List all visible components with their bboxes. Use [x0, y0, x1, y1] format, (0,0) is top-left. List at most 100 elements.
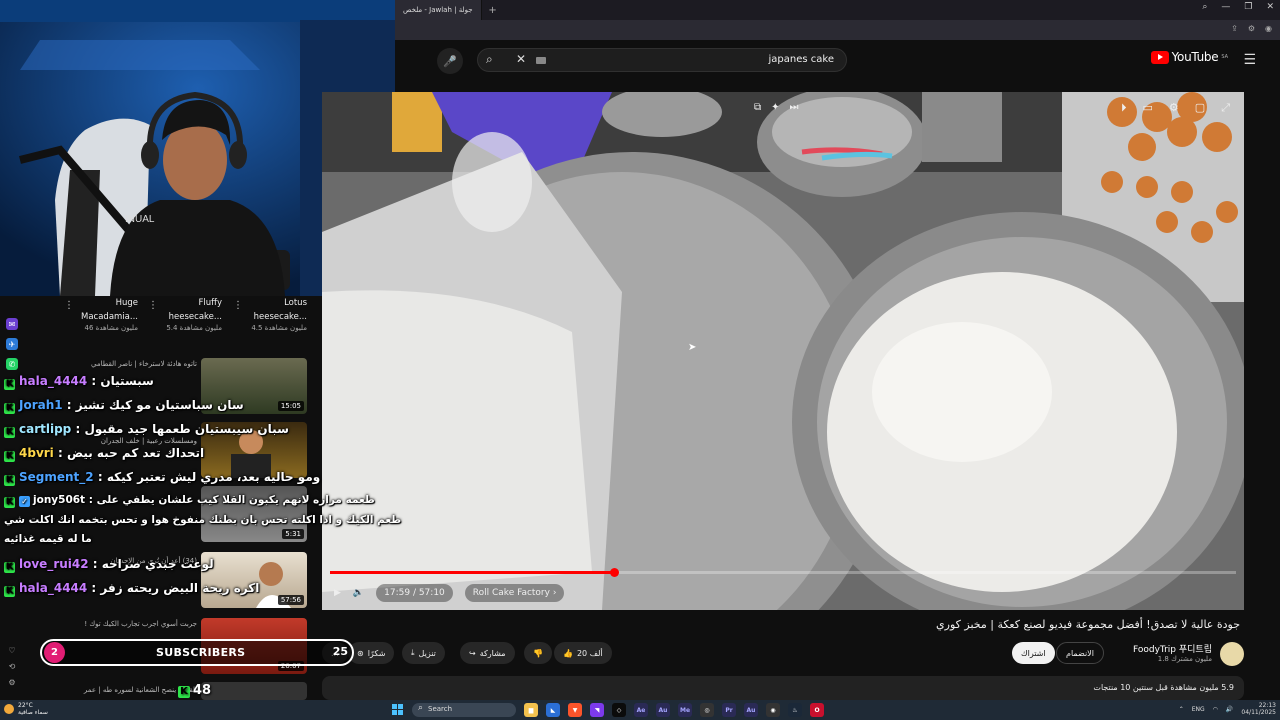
blender-icon[interactable]: ◎	[700, 703, 714, 717]
chat-message-continued: ما له قيمه غذائيه	[4, 533, 92, 545]
messenger-icon[interactable]: ✈	[6, 338, 18, 350]
media-encoder-icon[interactable]: Me	[678, 703, 692, 717]
video-player[interactable]: ⧉ ✦ ⏭ ➤ ▶ 🔈 17:59 / 57:10 Roll Cake Fact…	[322, 92, 1244, 610]
after-effects-icon[interactable]: Ae	[634, 703, 648, 717]
download-button[interactable]: ⤓ تنزيل	[402, 642, 445, 664]
close-icon[interactable]: ✕	[1266, 2, 1274, 12]
chat-text: ما له قيمه غذائيه	[4, 533, 92, 545]
fullscreen-icon[interactable]: ⤢	[1221, 101, 1230, 115]
language-indicator[interactable]: ENG	[1192, 706, 1205, 713]
new-tab-icon[interactable]: +	[486, 3, 500, 17]
progress-bar[interactable]	[330, 568, 1236, 577]
premiere-icon[interactable]: Pr	[722, 703, 736, 717]
subscribe-button[interactable]: اشتراك	[1012, 642, 1055, 664]
whatsapp-icon[interactable]: ✆	[6, 358, 18, 370]
kick-logo-icon: K	[178, 686, 190, 698]
magic-icon[interactable]: ✦	[771, 102, 779, 113]
region-code: SA	[1221, 54, 1228, 60]
chat-message: K 4bvri : اتحداك تعد كم حبه بيض	[4, 446, 205, 462]
chapter-title: Roll Cake Factory	[472, 588, 550, 598]
channel-name[interactable]: FoodyTrip 푸디트립	[1133, 642, 1212, 655]
profile-icon[interactable]: ◉	[1265, 24, 1272, 33]
verified-badge-icon: ✓	[19, 496, 30, 507]
subtitles-icon[interactable]: ▭	[1143, 101, 1153, 115]
app-icon[interactable]: ✉	[6, 318, 18, 330]
voice-search-icon[interactable]: 🎤	[437, 48, 463, 74]
rec-item[interactable]: Fluffy heesecake... 5.4 مليون مشاهدة	[132, 296, 222, 332]
tray-chevron-icon[interactable]: ⌃	[1179, 706, 1184, 713]
weather-widget[interactable]: 22°C سماء صافية	[4, 702, 48, 716]
mouse-cursor: ➤	[688, 342, 697, 353]
settings-gear-icon[interactable]: ⚙	[1169, 101, 1179, 115]
heart-icon[interactable]: ♡	[6, 644, 18, 656]
rec-title: Fluffy	[198, 298, 222, 308]
clock[interactable]: 22:13 04/11/2025	[1241, 702, 1276, 716]
theater-icon[interactable]: ▢	[1195, 101, 1205, 115]
clear-search-icon[interactable]: ✕	[516, 52, 526, 66]
browser-toolbar: ⇪ ⚙ ◉	[395, 20, 1280, 40]
windows-start-icon[interactable]	[392, 704, 403, 715]
unity-icon[interactable]: ◇	[612, 703, 626, 717]
taskbar-search[interactable]: Search	[412, 703, 516, 717]
settings-icon[interactable]: ⚙	[6, 676, 18, 688]
visual-studio-icon[interactable]: ◥	[590, 703, 604, 717]
rec-views: 46 مليون مشاهدة	[84, 324, 138, 332]
skip-icon[interactable]: ⏭	[790, 102, 799, 113]
autoplay-icon[interactable]: ⏵	[1121, 101, 1127, 115]
audition-icon[interactable]: Au	[656, 703, 670, 717]
opera-icon[interactable]: O	[810, 703, 824, 717]
join-button[interactable]: الانضمام	[1056, 642, 1104, 664]
rec-thumbnail[interactable]	[201, 682, 307, 700]
browser-tab[interactable]: ملخص - Jawlah | جولة	[395, 0, 482, 20]
kick-viewer-count: K 48	[178, 683, 211, 698]
dislike-button[interactable]: 👎	[524, 642, 552, 664]
steam-icon[interactable]: ♨	[788, 703, 802, 717]
volume-icon[interactable]: 🔈	[353, 588, 364, 598]
wifi-icon[interactable]: ◠	[1213, 706, 1218, 713]
speaker-icon[interactable]: 🔊	[1226, 706, 1233, 713]
share-page-icon[interactable]: ⇪	[1231, 24, 1238, 33]
channel-avatar[interactable]	[1220, 642, 1244, 666]
search-icon[interactable]: ⌕	[486, 52, 493, 67]
more-options-icon[interactable]: ⋮	[64, 300, 74, 311]
search-input[interactable]: ⌕ ✕ japanes cake	[477, 48, 847, 72]
download-label: تنزيل	[418, 648, 436, 658]
youtube-play-icon	[1150, 50, 1169, 64]
brave-icon[interactable]: ▼	[568, 703, 582, 717]
extensions-icon[interactable]: ⚙	[1248, 24, 1255, 33]
more-options-icon[interactable]: ⋮	[233, 300, 243, 311]
hamburger-menu-icon[interactable]: ☰	[1243, 52, 1256, 68]
kick-badge-icon: K	[4, 379, 15, 390]
thanks-button[interactable]: ⊛ شكرًا	[348, 642, 395, 664]
rec-title-2: Macadamia...	[81, 312, 138, 322]
rec-views: 4.5 مليون مشاهدة	[251, 324, 307, 332]
keyboard-icon[interactable]	[536, 57, 546, 64]
rec-item[interactable]: Huge Macadamia... 46 مليون مشاهدة	[48, 296, 138, 332]
obs-icon[interactable]: ◉	[766, 703, 780, 717]
history-icon[interactable]: ⟲	[6, 660, 18, 672]
kick-badge-icon: K	[4, 451, 15, 462]
subscribers-target: 25	[332, 645, 348, 658]
video-description[interactable]: 5.9 مليون مشاهدة قبل سنتين 10 منتجات	[322, 676, 1244, 700]
chat-message: K Jorah1 : سان سباستيان مو كيك تشيز	[4, 398, 244, 414]
miniplayer-icon[interactable]: ⧉	[754, 102, 761, 113]
vscode-icon[interactable]: ◣	[546, 703, 560, 717]
youtube-logo[interactable]: YouTube SA	[1150, 50, 1228, 64]
audition2-icon[interactable]: Au	[744, 703, 758, 717]
thanks-icon: ⊛	[357, 648, 364, 658]
chat-text: اكره ريحة البيض ريحته زفر	[100, 581, 260, 595]
rec-item[interactable]: Lotus heesecake... 4.5 مليون مشاهدة	[217, 296, 307, 332]
dislike-icon: 👎	[533, 648, 543, 658]
recommendations-top: Huge Macadamia... 46 مليون مشاهدة Fluffy…	[0, 296, 320, 340]
chapter-label[interactable]: Roll Cake Factory ›	[464, 584, 565, 602]
rec-title-2: heesecake...	[168, 312, 222, 322]
maximize-icon[interactable]: ❐	[1244, 2, 1252, 12]
zoom-search-icon[interactable]: ⌕	[1202, 2, 1207, 12]
file-explorer-icon[interactable]: ▆	[524, 703, 538, 717]
share-button[interactable]: ↪ مشاركة	[460, 642, 515, 664]
rec-thumbnail[interactable]: 57:56	[201, 552, 307, 608]
minimize-icon[interactable]: —	[1221, 2, 1230, 12]
like-button[interactable]: 👍 20 ألف	[554, 642, 612, 664]
more-options-icon[interactable]: ⋮	[148, 300, 158, 311]
play-icon[interactable]: ▶	[334, 588, 341, 598]
